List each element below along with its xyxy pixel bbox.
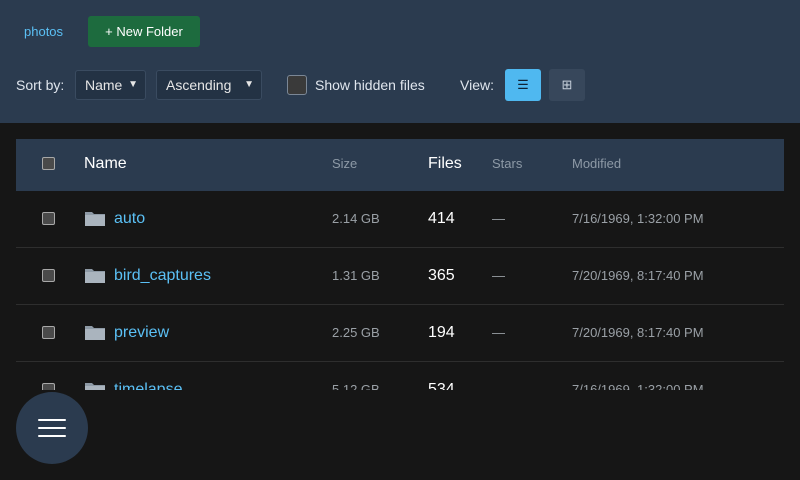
- folder-table: Name Size Files Stars Modified auto 2.14…: [16, 139, 784, 390]
- table-row[interactable]: preview 2.25 GB 194 — 7/20/1969, 8:17:40…: [16, 305, 784, 362]
- menu-fab-button[interactable]: [16, 392, 88, 464]
- chevron-down-icon: ▼: [128, 79, 138, 90]
- new-folder-button[interactable]: + New Folder: [88, 16, 200, 47]
- folder-size: 1.31 GB: [332, 268, 380, 283]
- row-checkbox[interactable]: [42, 212, 55, 225]
- folder-stars: —: [492, 325, 505, 340]
- list-view-icon: ☰: [517, 77, 529, 92]
- sort-field-select[interactable]: Name ▼: [75, 70, 146, 100]
- row-checkbox[interactable]: [42, 269, 55, 282]
- list-view-button[interactable]: ☰: [505, 69, 541, 101]
- breadcrumb-photos[interactable]: photos: [24, 24, 63, 39]
- folder-stars: —: [492, 268, 505, 283]
- folder-modified: 7/20/1969, 8:17:40 PM: [572, 325, 704, 340]
- table-header: Name Size Files Stars Modified: [16, 139, 784, 191]
- select-all-checkbox[interactable]: [42, 157, 55, 170]
- sort-by-label: Sort by:: [16, 77, 65, 93]
- folder-name-link[interactable]: preview: [114, 305, 169, 361]
- folder-size: 2.14 GB: [332, 211, 380, 226]
- folder-icon: [85, 269, 105, 283]
- column-header-modified[interactable]: Modified: [572, 139, 621, 189]
- column-header-size[interactable]: Size: [332, 139, 357, 189]
- folder-modified: 7/16/1969, 1:32:00 PM: [572, 382, 704, 390]
- folder-file-count: 365: [428, 267, 455, 284]
- folder-name-link[interactable]: bird_captures: [114, 248, 211, 304]
- table-row[interactable]: bird_captures 1.31 GB 365 — 7/20/1969, 8…: [16, 248, 784, 305]
- folder-size: 5.12 GB: [332, 382, 380, 390]
- folder-size: 2.25 GB: [332, 325, 380, 340]
- folder-icon: [85, 383, 105, 390]
- folder-file-count: 194: [428, 324, 455, 341]
- column-header-files[interactable]: Files: [428, 139, 462, 189]
- sort-order-select[interactable]: Ascending ▼: [156, 70, 262, 100]
- sort-field-value: Name: [85, 77, 123, 93]
- column-header-name[interactable]: Name: [84, 139, 127, 189]
- table-row[interactable]: timelapse 5.12 GB 534 — 7/16/1969, 1:32:…: [16, 362, 784, 390]
- folder-stars: —: [492, 211, 505, 226]
- grid-view-button[interactable]: ⊞: [549, 69, 585, 101]
- chevron-down-icon: ▼: [244, 79, 254, 90]
- folder-modified: 7/20/1969, 8:17:40 PM: [572, 268, 704, 283]
- show-hidden-label[interactable]: Show hidden files: [315, 77, 425, 93]
- folder-file-count: 414: [428, 210, 455, 227]
- row-checkbox[interactable]: [42, 383, 55, 390]
- folder-icon: [85, 326, 105, 340]
- folder-icon: [85, 212, 105, 226]
- table-row[interactable]: auto 2.14 GB 414 — 7/16/1969, 1:32:00 PM: [16, 191, 784, 248]
- folder-name-link[interactable]: auto: [114, 191, 145, 247]
- top-header: photos + New Folder Sort by: Name ▼ Asce…: [0, 0, 800, 123]
- show-hidden-checkbox[interactable]: [287, 75, 307, 95]
- sort-order-value: Ascending: [166, 77, 232, 93]
- row-checkbox[interactable]: [42, 326, 55, 339]
- folder-file-count: 534: [428, 381, 455, 390]
- folder-name-link[interactable]: timelapse: [114, 362, 182, 390]
- column-header-stars[interactable]: Stars: [492, 139, 522, 189]
- view-label: View:: [460, 77, 494, 93]
- folder-modified: 7/16/1969, 1:32:00 PM: [572, 211, 704, 226]
- folder-stars: —: [492, 382, 505, 390]
- grid-view-icon: ⊞: [561, 77, 573, 92]
